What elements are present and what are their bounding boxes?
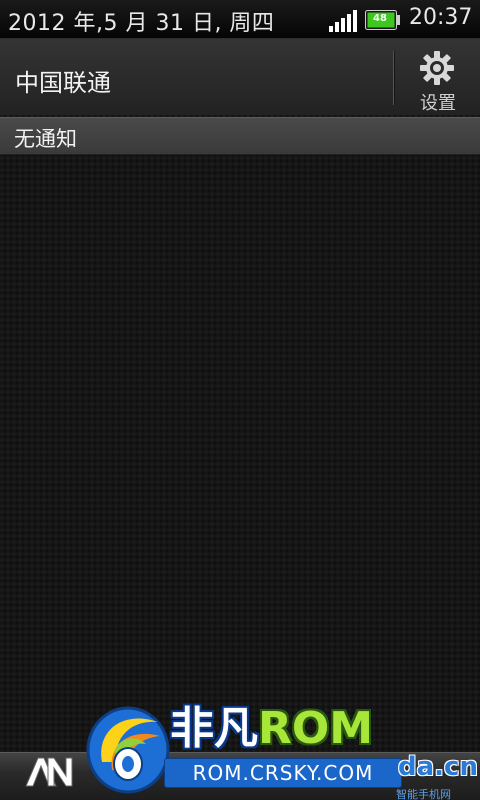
battery-level: 48 <box>373 13 387 24</box>
header-divider <box>393 51 394 105</box>
watermark-site: da.cn <box>398 752 478 782</box>
watermark-tagline: 智能手机网 <box>396 788 451 800</box>
status-bar: 2012 年,5 月 31 日, 周四 48 20:37 <box>0 0 480 39</box>
an-logo-icon <box>25 757 73 787</box>
watermark-brand: 非凡ROM <box>170 704 373 754</box>
no-notifications-label: 无通知 <box>14 127 77 151</box>
crsky-swirl-logo-icon <box>86 706 170 794</box>
watermark-brand-cn: 非凡 <box>170 703 258 754</box>
gear-icon <box>420 51 454 85</box>
status-time: 20:37 <box>409 5 473 30</box>
watermark: 非凡ROM ROM.CRSKY.COM da.cn 智能手机网 <box>0 688 480 800</box>
settings-label: 设置 <box>420 93 456 114</box>
settings-button[interactable]: 设置 <box>396 39 480 115</box>
watermark-url-box: ROM.CRSKY.COM <box>164 758 402 788</box>
signal-strength-icon <box>329 10 357 32</box>
status-date: 2012 年,5 月 31 日, 周四 <box>8 11 275 36</box>
carrier-name: 中国联通 <box>15 69 111 97</box>
watermark-brand-rom: ROM <box>258 703 374 754</box>
notification-panel: 2012 年,5 月 31 日, 周四 48 20:37 中国联通 设置 无通知… <box>0 0 480 800</box>
watermark-url: ROM.CRSKY.COM <box>192 761 374 785</box>
notifications-section-header: 无通知 <box>0 117 480 155</box>
panel-header: 中国联通 设置 <box>0 39 480 115</box>
